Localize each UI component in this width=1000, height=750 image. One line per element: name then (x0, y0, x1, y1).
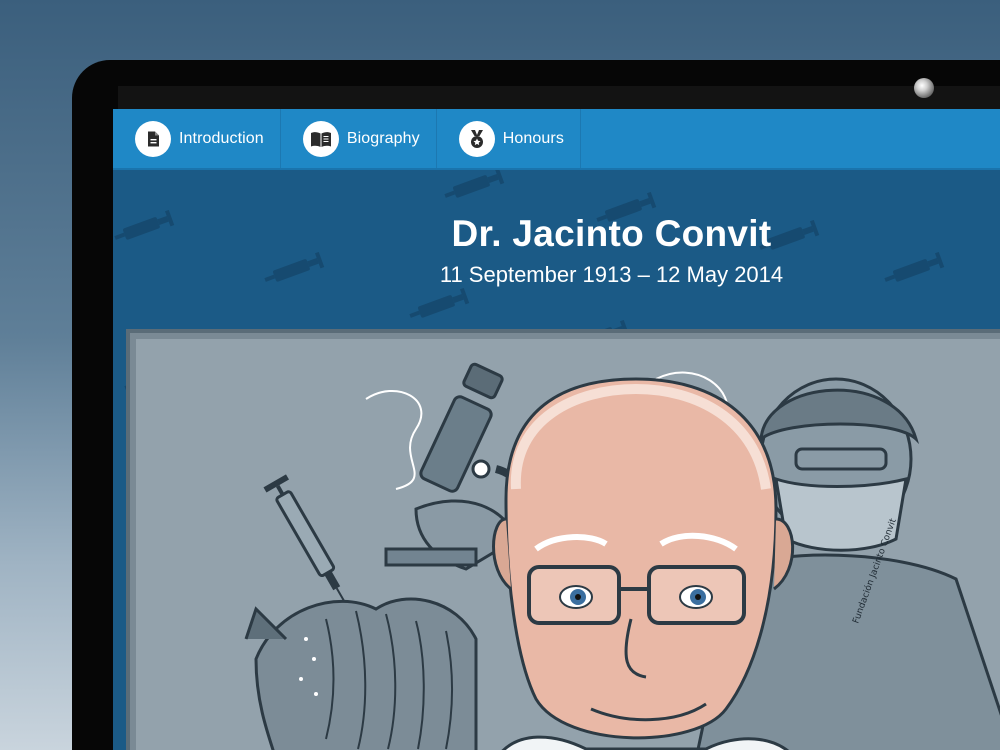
nav-label-introduction: Introduction (179, 129, 264, 147)
illustration-drawing: Fundación Jacinto Convit (244, 362, 1000, 750)
nav-label-biography: Biography (346, 129, 420, 147)
open-book-icon (302, 120, 339, 157)
webcam-icon (914, 78, 934, 98)
nav-item-biography[interactable]: Biography (281, 109, 437, 168)
portrait-illustration: Fundación Jacinto Convit (136, 339, 1000, 750)
portrait-frame: Fundación Jacinto Convit (126, 329, 1000, 750)
document-icon (135, 120, 171, 157)
screen-top-bar (118, 86, 1000, 110)
syringe-pattern-icon (409, 288, 470, 318)
medal-icon (458, 120, 495, 157)
life-dates: 11 September 1913 – 12 May 2014 (439, 262, 784, 287)
website-screen: Introduction Biography Honours Dr. Jacin… (113, 109, 1000, 750)
syringe-drawing (263, 474, 352, 613)
armadillo-drawing (244, 597, 478, 750)
main-navbar: Introduction Biography Honours (113, 109, 1000, 170)
nav-item-honours[interactable]: Honours (437, 109, 581, 168)
nav-item-introduction[interactable]: Introduction (113, 109, 281, 168)
syringe-pattern-icon (444, 168, 505, 198)
nav-label-honours: Honours (502, 129, 564, 147)
page-title: Dr. Jacinto Convit (451, 213, 772, 254)
